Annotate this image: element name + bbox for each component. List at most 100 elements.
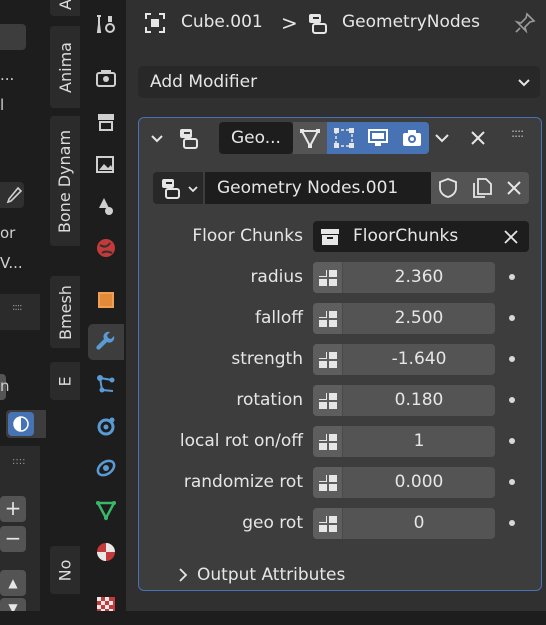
edit-mode-toggle[interactable] (293, 122, 327, 154)
tab-a[interactable]: A (50, 0, 80, 16)
move-up-button[interactable]: ▲ (0, 570, 26, 596)
keyframe-dot[interactable] (509, 479, 515, 485)
property-row-local-rot: local rot on/off 1 (139, 426, 543, 457)
x-icon (507, 181, 521, 195)
render-icon (96, 70, 116, 87)
cage-icon (334, 128, 354, 148)
wrench-icon (96, 331, 115, 350)
drag-handle-icon[interactable]: :::: (511, 126, 524, 140)
rotation-field[interactable]: 0.180 (313, 385, 495, 416)
tab-output[interactable] (88, 104, 124, 140)
drag-handle-icon[interactable]: :::: (12, 302, 23, 313)
object-icon (98, 292, 114, 308)
node-group-name-field[interactable]: Geometry Nodes.001 (205, 172, 431, 204)
keyframe-dot[interactable] (509, 520, 515, 526)
attribute-toggle-icon[interactable] (313, 262, 343, 293)
viewport-display-toggle[interactable] (361, 122, 395, 154)
add-button[interactable]: + (0, 496, 26, 522)
chevron-right-icon (179, 568, 188, 582)
left-subpanel: :::: + − ▲ ▼ (0, 446, 40, 618)
world-icon (97, 239, 115, 257)
modifier-name-field[interactable]: Geo... (219, 122, 293, 154)
tab-scene[interactable] (88, 188, 124, 224)
tab-world[interactable] (88, 230, 124, 266)
tool-icon (96, 15, 115, 33)
keyframe-dot[interactable] (509, 438, 515, 444)
attribute-toggle-icon[interactable] (313, 426, 343, 457)
collection-icon (321, 229, 339, 245)
viewport-shading-popover[interactable] (6, 410, 46, 438)
left-field-n[interactable]: n (0, 374, 10, 400)
tab-particles[interactable] (88, 366, 124, 402)
tab-material[interactable] (88, 534, 124, 570)
on-cage-toggle[interactable] (327, 122, 361, 154)
node-tree-icon (162, 179, 180, 199)
unlink-button[interactable] (499, 172, 529, 204)
tab-object[interactable] (88, 282, 124, 318)
strength-field[interactable]: -1.640 (313, 344, 495, 375)
geo-rot-field[interactable]: 0 (313, 508, 495, 539)
keyframe-dot[interactable] (509, 397, 515, 403)
tab-e-label: E (55, 375, 75, 387)
tab-tool[interactable] (88, 6, 124, 42)
tab-no[interactable]: No (50, 546, 80, 594)
breadcrumb-modifier: GeometryNodes (342, 12, 480, 32)
attribute-toggle-icon[interactable] (313, 508, 343, 539)
attribute-toggle-icon[interactable] (313, 385, 343, 416)
tab-data[interactable] (88, 492, 124, 528)
node-group-browse[interactable] (153, 172, 203, 204)
output-attributes-subpanel[interactable]: Output Attributes (177, 565, 345, 585)
geometry-nodes-icon (309, 14, 327, 34)
tab-bmesh-label: Bmesh (55, 284, 75, 340)
clear-icon[interactable] (503, 229, 519, 245)
modifier-type-icon (180, 129, 198, 149)
output-icon (98, 114, 114, 131)
fake-user-toggle[interactable] (431, 172, 465, 204)
remove-button[interactable]: − (0, 526, 26, 552)
tab-anima[interactable]: Anima (50, 26, 80, 108)
tab-e[interactable]: E (50, 362, 80, 400)
tab-bone-dynam[interactable]: Bone Dynam (50, 116, 80, 246)
properties-editor: Cube.001 > GeometryNodes Add Modifier Ge… (126, 0, 546, 625)
attribute-toggle-icon[interactable] (313, 467, 343, 498)
close-icon[interactable] (469, 129, 487, 147)
keyframe-dot[interactable] (509, 274, 515, 280)
drag-handle-icon-2[interactable]: :::: (12, 456, 25, 467)
collection-field[interactable]: FloorChunks (313, 221, 529, 252)
left-text-or: or (0, 224, 16, 242)
keyframe-dot[interactable] (509, 356, 515, 362)
tab-constraints[interactable] (88, 450, 124, 486)
tab-bmesh[interactable]: Bmesh (50, 276, 80, 348)
falloff-value: 2.500 (394, 308, 444, 328)
keyframe-dot[interactable] (509, 315, 515, 321)
render-toggle[interactable] (395, 122, 429, 154)
attribute-toggle-icon[interactable] (313, 344, 343, 375)
strength-value: -1.640 (391, 349, 447, 369)
property-row-falloff: falloff 2.500 (139, 303, 543, 334)
duplicate-button[interactable] (465, 172, 499, 204)
radius-field[interactable]: 2.360 (313, 262, 495, 293)
left-field[interactable] (0, 24, 26, 50)
tab-modifiers[interactable] (88, 324, 124, 360)
eyedropper-field[interactable] (0, 182, 24, 208)
local-rot-field[interactable]: 1 (313, 426, 495, 457)
property-row-strength: strength -1.640 (139, 344, 543, 375)
falloff-label: falloff (255, 308, 303, 328)
pin-icon[interactable] (514, 12, 536, 34)
falloff-field[interactable]: 2.500 (313, 303, 495, 334)
left-text-v: V... (0, 254, 23, 272)
tab-a-label: A (55, 0, 75, 10)
edit-mode-icon (300, 129, 320, 149)
modifier-menu-chevron-icon[interactable] (433, 130, 451, 146)
randomize-rot-field[interactable]: 0.000 (313, 467, 495, 498)
attribute-toggle-icon[interactable] (313, 303, 343, 334)
add-modifier-dropdown[interactable]: Add Modifier (138, 66, 540, 98)
bottom-edge (0, 611, 546, 625)
local-rot-value: 1 (413, 431, 425, 451)
particles-icon (97, 375, 115, 393)
tab-physics[interactable] (88, 408, 124, 444)
tab-render[interactable] (88, 60, 124, 96)
chevron-down-icon (518, 79, 530, 87)
collapse-chevron-icon[interactable] (149, 130, 165, 146)
tab-view-layer[interactable] (88, 146, 124, 182)
